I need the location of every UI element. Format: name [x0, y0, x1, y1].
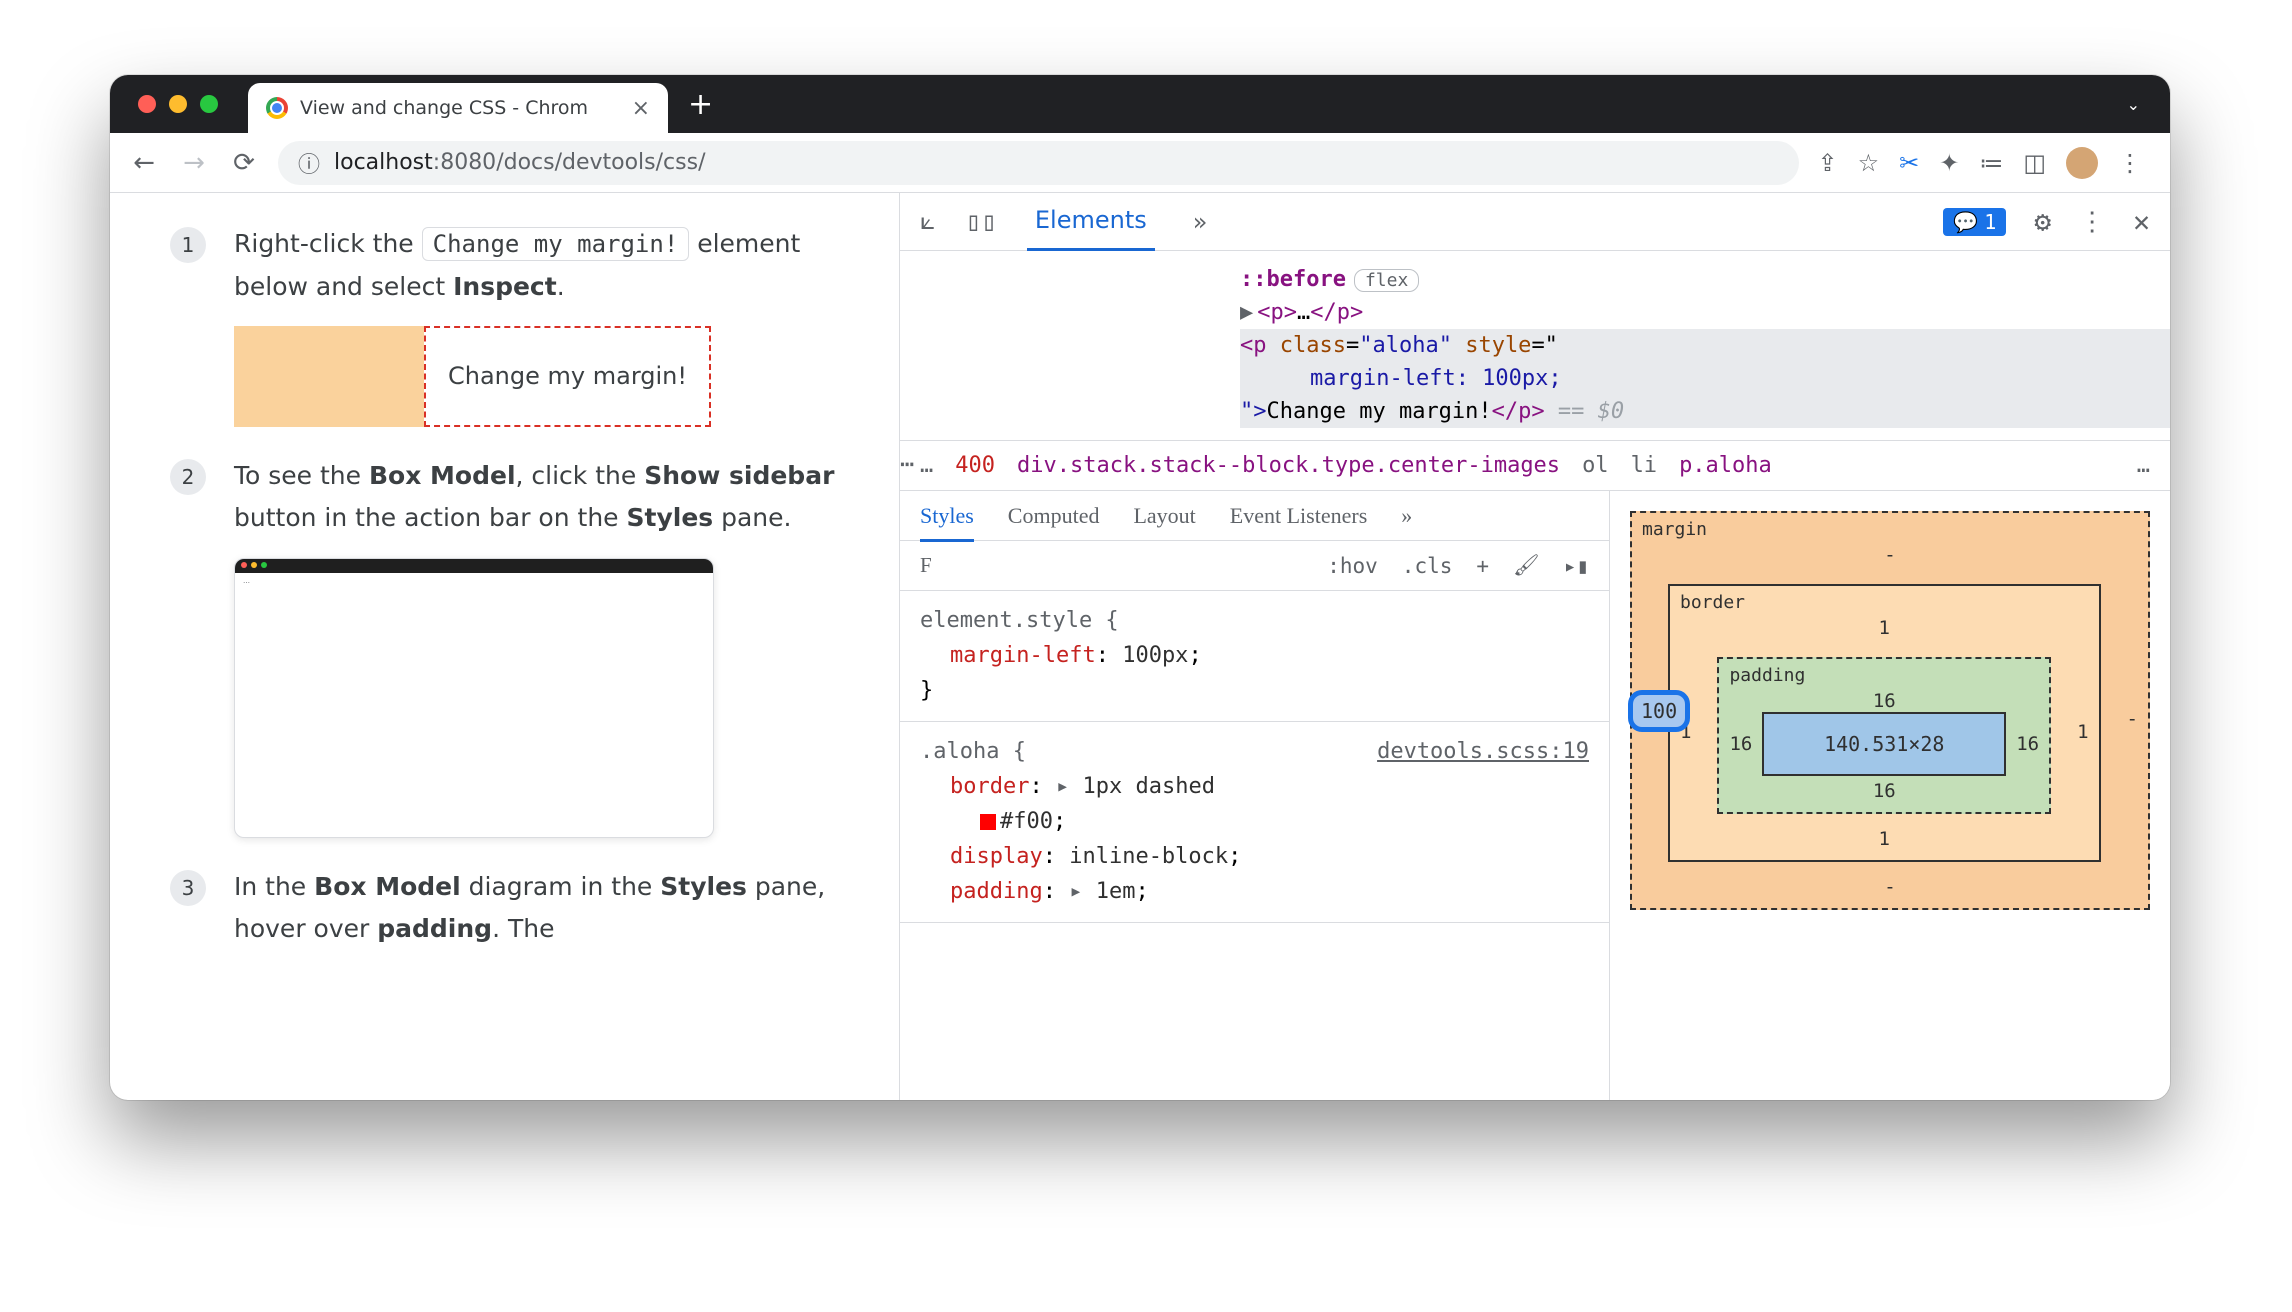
close-devtools-icon[interactable]: ✕ — [2133, 205, 2150, 238]
code-inline: Change my margin! — [422, 227, 690, 261]
bookmark-icon[interactable]: ☆ — [1858, 149, 1880, 177]
css-rule-element-style[interactable]: element.style { margin-left: 100px; } — [900, 591, 1609, 722]
filter-input[interactable]: F — [920, 553, 932, 578]
styles-action-bar: F :hov .cls + 🖌 ▸▮ — [900, 541, 1609, 591]
close-window-icon[interactable] — [138, 95, 156, 113]
color-swatch[interactable] — [980, 814, 996, 830]
devtools-toolbar: ⟀ ▯▯ Elements » 💬 1 ⚙ ⋮ ✕ — [900, 193, 2170, 251]
box-model-content: 140.531×28 — [1762, 712, 2006, 776]
step-number: 3 — [170, 870, 206, 906]
step-number: 2 — [170, 459, 206, 495]
tab-event-listeners[interactable]: Event Listeners — [1230, 503, 1367, 529]
margin-left-value[interactable]: 100 — [1628, 690, 1690, 732]
maximize-window-icon[interactable] — [200, 95, 218, 113]
traffic-lights — [110, 95, 218, 113]
tab-title: View and change CSS - Chrom — [300, 97, 620, 119]
paint-icon[interactable]: 🖌 — [1513, 553, 1540, 578]
device-toggle-icon[interactable]: ▯▯ — [966, 207, 997, 237]
forward-button: → — [178, 148, 210, 178]
share-icon[interactable]: ⇪ — [1817, 149, 1837, 177]
kebab-menu-icon[interactable]: ⋮ — [2079, 207, 2105, 237]
side-panel-icon[interactable]: ◫ — [2023, 149, 2046, 177]
issues-badge[interactable]: 💬 1 — [1943, 208, 2006, 236]
browser-window: View and change CSS - Chrom × + ⌄ ← → ⟳ … — [110, 75, 2170, 1100]
close-tab-icon[interactable]: × — [632, 96, 650, 121]
dom-tree[interactable]: ⋯ ::beforeflex ▶<p>…</p> <p class="aloha… — [900, 251, 2170, 441]
profile-avatar[interactable] — [2066, 147, 2098, 179]
margin-demo-box: Change my margin! — [234, 326, 711, 427]
site-info-icon[interactable]: ⓘ — [298, 147, 320, 179]
box-model-diagram[interactable]: margin - 100 border 1 1 padding — [1610, 491, 2170, 1100]
inspect-icon[interactable]: ⟀ — [920, 206, 936, 237]
reading-list-icon[interactable]: ≔ — [1979, 149, 2003, 177]
address-bar[interactable]: ⓘ localhost:8080/docs/devtools/css/ — [278, 141, 1799, 185]
breadcrumb[interactable]: … 400 div.stack.stack--block.type.center… — [900, 441, 2170, 491]
css-rule-aloha[interactable]: devtools.scss:19 .aloha { border: ▸ 1px … — [900, 722, 1609, 923]
back-button[interactable]: ← — [128, 148, 160, 178]
step-number: 1 — [170, 227, 206, 263]
scissors-extension-icon[interactable]: ✂ — [1899, 149, 1919, 177]
browser-tab[interactable]: View and change CSS - Chrom × — [248, 83, 668, 133]
more-tabs-icon[interactable]: » — [1401, 503, 1412, 529]
settings-icon[interactable]: ⚙ — [2034, 205, 2051, 238]
devtools-panel: ⟀ ▯▯ Elements » 💬 1 ⚙ ⋮ ✕ ⋯ ::beforeflex… — [900, 193, 2170, 1100]
titlebar: View and change CSS - Chrom × + ⌄ — [110, 75, 2170, 133]
cls-toggle[interactable]: .cls — [1402, 554, 1453, 578]
new-rule-button[interactable]: + — [1476, 554, 1489, 578]
instruction-screenshot: … — [234, 558, 714, 838]
tab-elements[interactable]: Elements — [1027, 192, 1155, 251]
flex-badge[interactable]: flex — [1354, 269, 1419, 292]
hov-toggle[interactable]: :hov — [1327, 554, 1378, 578]
dom-scroll-dots: ⋯ — [900, 446, 914, 482]
tab-computed[interactable]: Computed — [1008, 503, 1100, 529]
url: localhost:8080/docs/devtools/css/ — [334, 150, 705, 175]
docs-content: 1 Right-click the Change my margin! elem… — [110, 193, 900, 1100]
tab-layout[interactable]: Layout — [1133, 503, 1195, 529]
show-sidebar-icon[interactable]: ▸▮ — [1564, 554, 1589, 578]
new-tab-button[interactable]: + — [688, 87, 713, 122]
tabs-dropdown-icon[interactable]: ⌄ — [2127, 95, 2140, 114]
extensions-icon[interactable]: ✦ — [1939, 149, 1959, 177]
reload-button[interactable]: ⟳ — [228, 148, 260, 178]
chrome-logo-icon — [266, 97, 288, 119]
browser-toolbar: ← → ⟳ ⓘ localhost:8080/docs/devtools/css… — [110, 133, 2170, 193]
selected-dom-node[interactable]: <p class="aloha" style=" — [1240, 329, 2170, 362]
minimize-window-icon[interactable] — [169, 95, 187, 113]
styles-tabs: Styles Computed Layout Event Listeners » — [900, 491, 1609, 541]
more-tabs-icon[interactable]: » — [1185, 194, 1216, 250]
chrome-menu-icon[interactable]: ⋮ — [2118, 149, 2142, 177]
source-link[interactable]: devtools.scss:19 — [1377, 734, 1589, 769]
tab-styles[interactable]: Styles — [920, 503, 974, 542]
change-my-margin-element[interactable]: Change my margin! — [424, 326, 711, 427]
